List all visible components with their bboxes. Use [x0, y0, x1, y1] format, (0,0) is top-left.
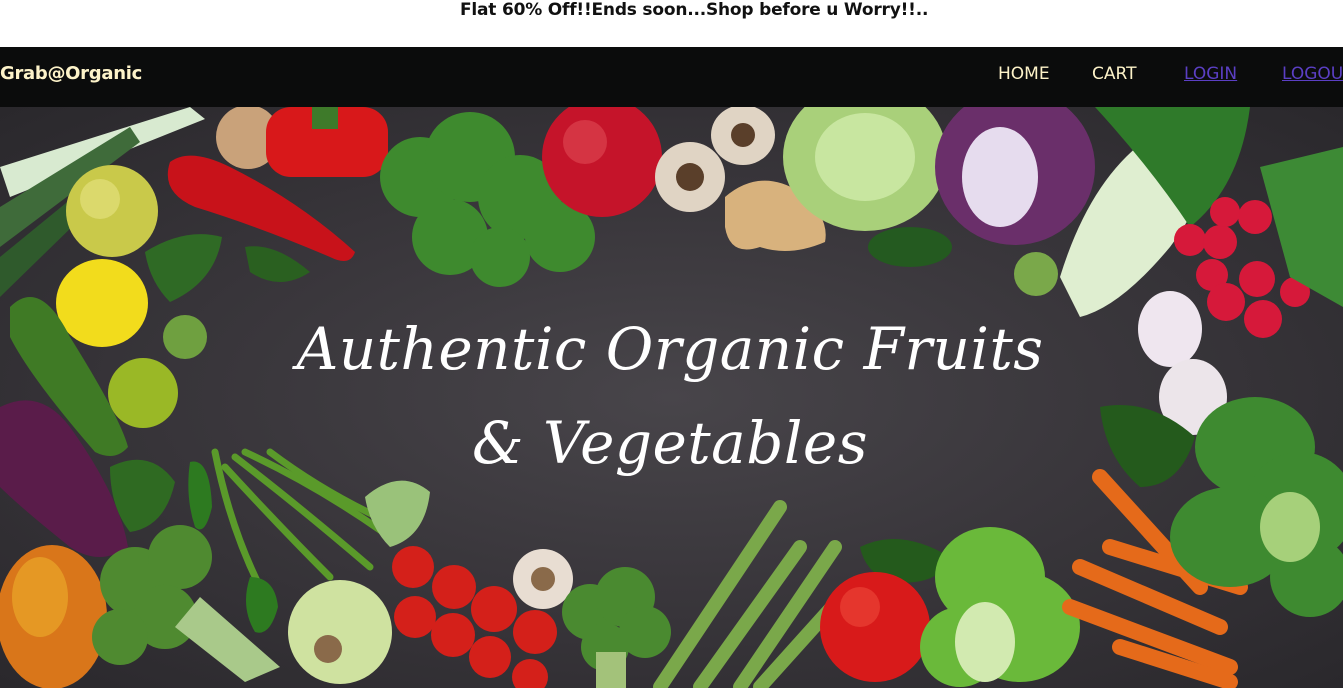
nav-link-logout[interactable]: LOGOUT [1282, 64, 1343, 84]
nav-link-cart[interactable]: CART [1092, 64, 1136, 84]
nav-link-home[interactable]: HOME [998, 64, 1050, 84]
hero-title: Authentic Organic Fruits & Vegetables [296, 315, 1044, 477]
nav-link-login[interactable]: LOGIN [1184, 64, 1237, 84]
navbar: Grab@Organic HOME CART LOGIN LOGOUT [0, 47, 1343, 107]
brand-logo[interactable]: Grab@Organic [0, 63, 142, 84]
promo-text: Flat 60% Off!!Ends soon...Shop before u … [460, 0, 929, 20]
hero-banner: Authentic Organic Fruits & Vegetables [0, 107, 1343, 688]
promo-banner: Flat 60% Off!!Ends soon...Shop before u … [0, 0, 1343, 47]
